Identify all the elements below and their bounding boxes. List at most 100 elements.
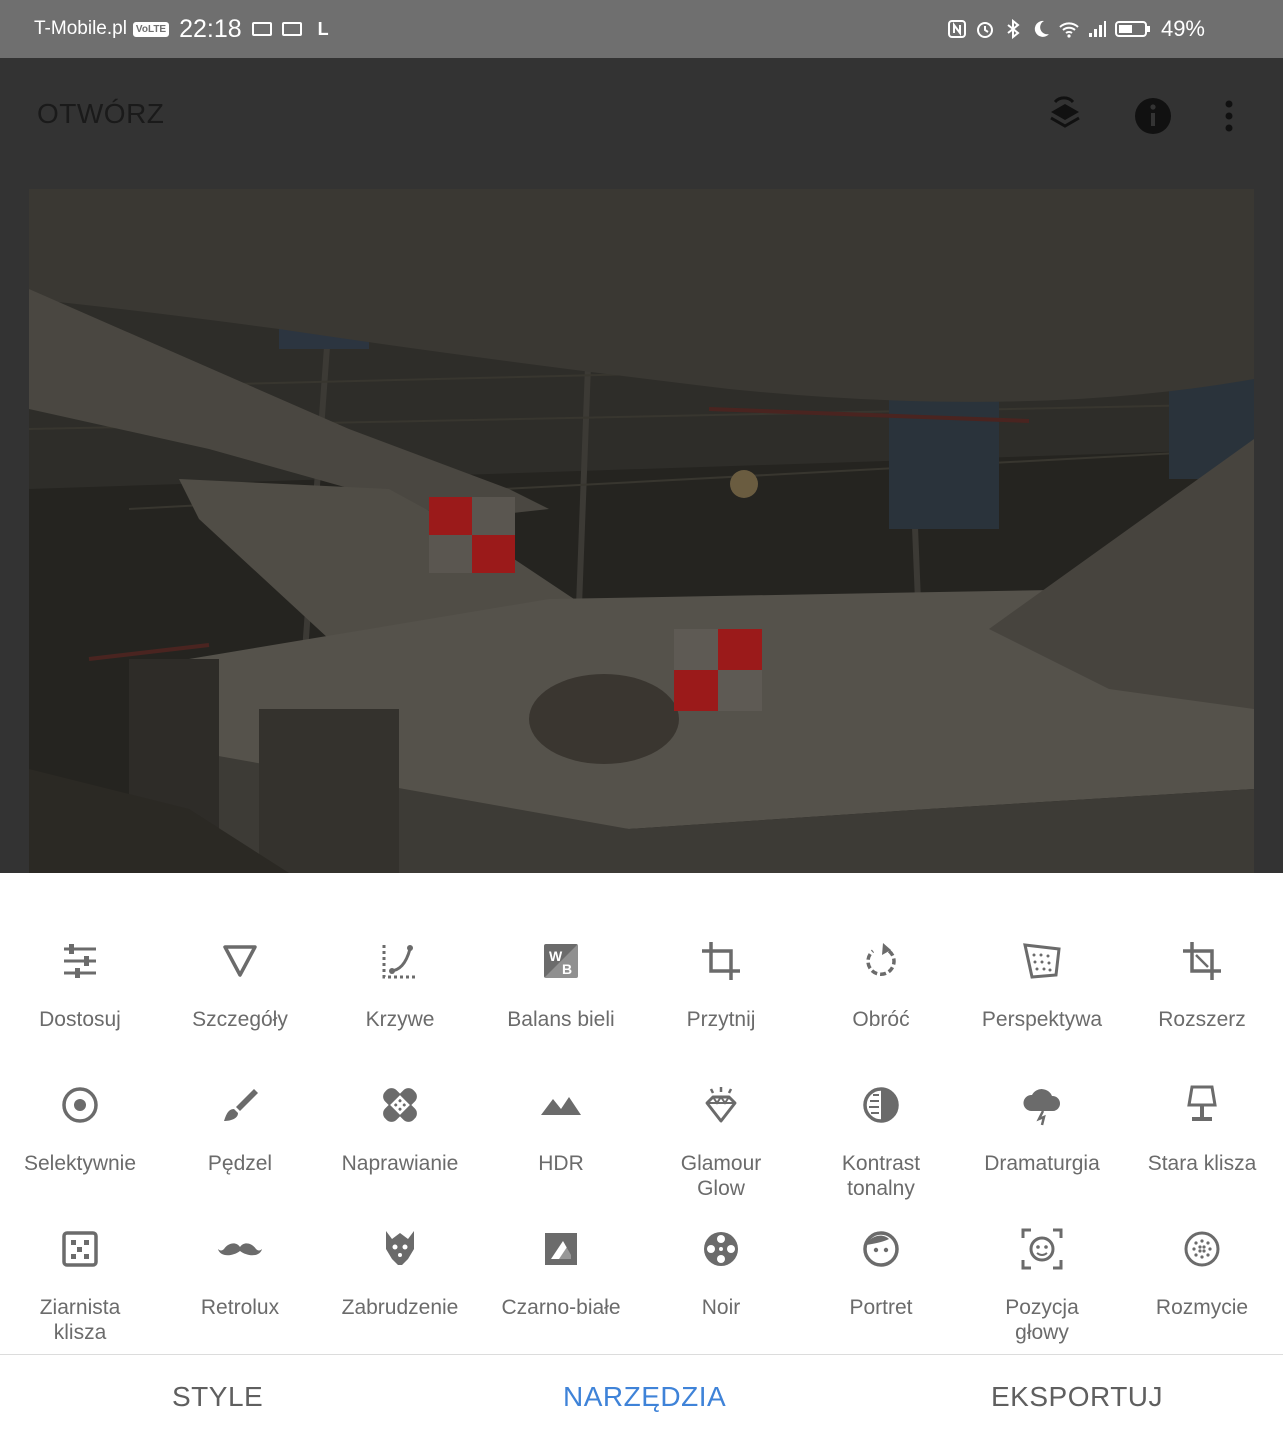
nfc-icon	[947, 20, 966, 38]
tool-label: Naprawianie	[341, 1152, 459, 1175]
tool-noir[interactable]: Noir	[641, 1227, 801, 1320]
tab-style[interactable]: STYLE	[172, 1381, 263, 1413]
tool-krzywe[interactable]: Krzywe	[320, 939, 480, 1032]
battery-percent: 49%	[1160, 16, 1205, 41]
tool-label: Dostosuj	[39, 1008, 121, 1031]
tune-icon	[64, 944, 96, 978]
tool-stara-klisza[interactable]: Stara klisza	[1122, 1083, 1282, 1176]
white-balance-icon: W B	[544, 944, 578, 978]
mustache-icon	[218, 1243, 262, 1256]
info-icon[interactable]	[1131, 94, 1175, 138]
expand-icon	[1183, 942, 1221, 980]
tool-label: Glamour Glow	[680, 1152, 762, 1200]
tools-grid: Dostosuj Szczegóły Krzywe W B Balans bie…	[0, 873, 1283, 1354]
status-right: 49%	[947, 0, 1205, 58]
portrait-face-icon	[863, 1231, 899, 1267]
status-left: T-Mobile.pl VoLTE 22:18 L	[34, 0, 329, 58]
tool-hdr[interactable]: HDR	[481, 1083, 641, 1176]
bluetooth-icon	[1007, 19, 1020, 39]
tab-eksportuj[interactable]: EKSPORTUJ	[991, 1381, 1163, 1413]
perspective-icon	[1023, 943, 1061, 979]
tool-ziarnista-klisza[interactable]: Ziarnista klisza	[0, 1227, 160, 1345]
volte-badge: VoLTE	[132, 21, 170, 37]
tool-label: Retrolux	[200, 1296, 280, 1319]
tool-label: Pędzel	[207, 1152, 273, 1175]
grainy-film-icon	[62, 1231, 98, 1267]
svg-text:W: W	[549, 948, 563, 964]
photo-preview[interactable]	[29, 189, 1254, 873]
tool-label: Balans bieli	[507, 1008, 615, 1031]
tonal-contrast-icon	[863, 1087, 899, 1123]
tool-naprawianie[interactable]: Naprawianie	[320, 1083, 480, 1176]
tool-dramaturgia[interactable]: Dramaturgia	[962, 1083, 1122, 1176]
hdr-icon	[541, 1097, 581, 1115]
more-vert-icon[interactable]	[1207, 94, 1251, 138]
tool-label: Perspektywa	[981, 1008, 1103, 1031]
clock: 22:18	[179, 14, 242, 43]
drama-icon	[1023, 1089, 1061, 1126]
wifi-icon	[1059, 22, 1079, 38]
tool-zabrudzenie[interactable]: Zabrudzenie	[320, 1227, 480, 1320]
tool-pozycja-glowy[interactable]: Pozycja głowy	[962, 1227, 1122, 1345]
curves-icon	[382, 945, 416, 979]
crop-icon	[702, 942, 740, 980]
bottom-navigation: STYLE NARZĘDZIA EKSPORTUJ	[0, 1354, 1283, 1440]
notification-icon	[281, 22, 302, 36]
battery-icon	[1114, 21, 1150, 37]
tool-portret[interactable]: Portret	[801, 1227, 961, 1320]
tool-label: Ziarnista klisza	[39, 1296, 121, 1344]
svg-text:B: B	[562, 961, 572, 977]
tool-kontrast-tonalny[interactable]: Kontrast tonalny	[801, 1083, 961, 1201]
signal-icon	[1088, 21, 1106, 37]
moon-icon	[1034, 20, 1049, 37]
status-extra: L	[317, 18, 329, 39]
tool-rozmycie[interactable]: Rozmycie	[1122, 1227, 1282, 1320]
tool-glamour-glow[interactable]: Glamour Glow	[641, 1083, 801, 1201]
layers-icon[interactable]	[1043, 94, 1087, 138]
film-reel-icon	[704, 1232, 738, 1266]
details-triangle-icon	[223, 945, 257, 977]
tool-label: Rozszerz	[1158, 1008, 1246, 1031]
head-pose-icon	[1021, 1228, 1063, 1270]
tool-przytnij[interactable]: Przytnij	[641, 939, 801, 1032]
tool-label: Rozmycie	[1155, 1296, 1249, 1319]
tool-label: Portret	[849, 1296, 913, 1319]
tool-czarno-biale[interactable]: Czarno-białe	[481, 1227, 641, 1320]
glamour-glow-icon	[705, 1087, 737, 1123]
tool-szczegoly[interactable]: Szczegóły	[160, 939, 320, 1032]
tool-perspektywa[interactable]: Perspektywa	[962, 939, 1122, 1032]
tool-label: Przytnij	[686, 1008, 756, 1031]
blur-icon	[1184, 1231, 1220, 1267]
tool-dostosuj[interactable]: Dostosuj	[0, 939, 160, 1032]
grunge-icon	[386, 1231, 414, 1265]
tool-rozszerz[interactable]: Rozszerz	[1122, 939, 1282, 1032]
tool-obroc[interactable]: Obróć	[801, 939, 961, 1032]
tool-label: Szczegóły	[192, 1008, 288, 1031]
tool-label: Czarno-białe	[501, 1296, 621, 1319]
tool-label: Pozycja głowy	[1005, 1296, 1079, 1344]
tool-label: Zabrudzenie	[341, 1296, 459, 1319]
rotate-icon	[866, 943, 896, 976]
healing-icon	[383, 1088, 417, 1122]
notification-icon	[251, 22, 272, 36]
airplane-photo	[29, 189, 1254, 873]
tool-label: Noir	[701, 1296, 741, 1319]
vintage-lamp-icon	[1187, 1085, 1217, 1121]
alarm-icon	[976, 22, 993, 38]
black-white-icon	[545, 1233, 577, 1265]
tool-selektywnie[interactable]: Selektywnie	[0, 1083, 160, 1176]
tool-label: Krzywe	[365, 1008, 435, 1031]
selective-icon	[62, 1087, 98, 1123]
tool-label: Stara klisza	[1147, 1152, 1257, 1175]
tool-retrolux[interactable]: Retrolux	[160, 1227, 320, 1320]
carrier-name: T-Mobile.pl	[34, 18, 127, 39]
open-button[interactable]: OTWÓRZ	[37, 98, 164, 130]
tool-pedzel[interactable]: Pędzel	[160, 1083, 320, 1176]
roundel-fuselage	[674, 629, 762, 711]
tool-label: HDR	[538, 1152, 584, 1175]
tab-narzedzia[interactable]: NARZĘDZIA	[563, 1381, 726, 1413]
brush-icon	[224, 1089, 258, 1121]
tool-label: Obróć	[852, 1008, 910, 1031]
roundel-tail	[429, 497, 515, 573]
tool-balans-bieli[interactable]: W B Balans bieli	[481, 939, 641, 1032]
